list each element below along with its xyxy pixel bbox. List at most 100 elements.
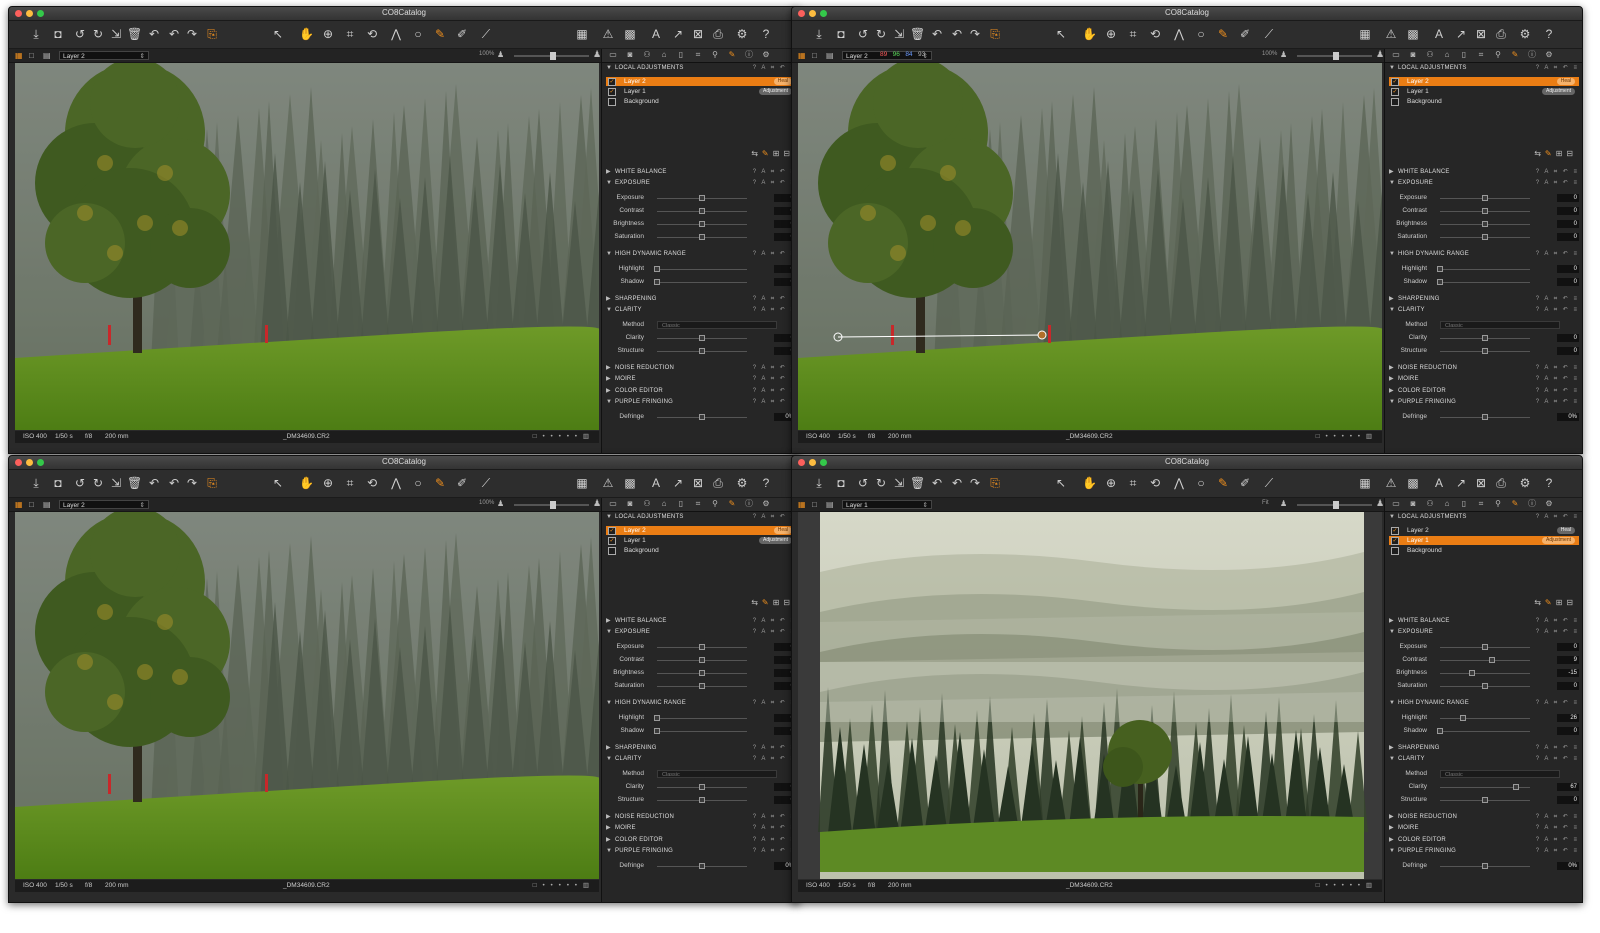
shadow-slider-knob[interactable]: [654, 279, 660, 285]
zoom-slider[interactable]: [1297, 501, 1372, 509]
structure-value[interactable]: 0: [1557, 347, 1579, 355]
clarity-section-header[interactable]: ▼ CLARITY ? A ⌗ ↶ ≡: [1385, 305, 1582, 315]
undo2-icon[interactable]: ↶: [167, 476, 181, 490]
contrast-value[interactable]: 0: [1557, 207, 1579, 215]
clarity-section-header[interactable]: ▼ CLARITY ? A ⌗ ↶ ≡: [602, 305, 799, 315]
details-tab-icon[interactable]: ▯: [676, 499, 686, 509]
brush-icon[interactable]: ✎: [1216, 27, 1230, 41]
section-controls-icon[interactable]: ? A ⌗ ↶ ≡: [753, 616, 796, 626]
color-tab-icon[interactable]: ⚇: [1425, 499, 1435, 509]
gear-icon[interactable]: ⚙: [735, 476, 749, 490]
saturation-slider[interactable]: [657, 683, 747, 689]
exposure-slider-knob[interactable]: [1482, 195, 1488, 201]
contrast-slider-knob[interactable]: [1482, 208, 1488, 214]
eraser-icon[interactable]: ✐: [455, 476, 469, 490]
moire-section-header[interactable]: ▶ MOIRE ? A ⌗ ↶ ≡: [602, 823, 799, 833]
rating-dots[interactable]: □ • • • • • ▥: [1316, 431, 1374, 443]
exposure-slider-knob[interactable]: [1482, 644, 1488, 650]
swap-icon[interactable]: ⇆: [1534, 149, 1545, 158]
contrast-slider-knob[interactable]: [699, 657, 705, 663]
layer-row[interactable]: Background: [1389, 546, 1579, 555]
layer-checkbox[interactable]: ✓: [608, 78, 616, 86]
rating-dots[interactable]: □ • • • • • ▥: [533, 431, 591, 443]
contrast-value[interactable]: 9: [1557, 656, 1579, 664]
clarity-slider-knob[interactable]: [1512, 784, 1519, 790]
gear-icon[interactable]: ⚙: [1518, 27, 1532, 41]
brightness-slider[interactable]: [657, 221, 747, 227]
add-layer-icon[interactable]: ⊞: [773, 149, 784, 158]
help-icon[interactable]: ?: [1542, 476, 1556, 490]
zoom-slider-knob[interactable]: [550, 52, 556, 60]
rotate-right-icon[interactable]: ↻: [91, 27, 105, 41]
section-controls-icon[interactable]: ? A ⌗ ↶ ≡: [1536, 249, 1579, 259]
sharpening-section-header[interactable]: ▶ SHARPENING ? A ⌗ ↶ ≡: [1385, 294, 1582, 304]
contrast-slider[interactable]: [1440, 208, 1530, 214]
saturation-slider[interactable]: [1440, 234, 1530, 240]
contrast-slider-knob[interactable]: [699, 208, 705, 214]
brightness-slider[interactable]: [1440, 221, 1530, 227]
filmstrip-icon[interactable]: ▤: [43, 500, 51, 509]
metadata-tab-icon[interactable]: ⓘ: [744, 50, 754, 60]
local-adjustments-section-header[interactable]: ▼ LOCAL ADJUSTMENTS ? A ⌗ ↶ ≡: [602, 512, 799, 522]
proof-icon[interactable]: ⊠: [691, 476, 705, 490]
brush-icon[interactable]: ✎: [762, 598, 773, 607]
clarity-section-header[interactable]: ▼ CLARITY ? A ⌗ ↶ ≡: [1385, 754, 1582, 764]
single-view-icon[interactable]: □: [29, 51, 34, 60]
highlight-slider[interactable]: [654, 715, 747, 721]
composition-tab-icon[interactable]: ⌗: [693, 499, 703, 509]
section-controls-icon[interactable]: ? A ⌗ ↶ ≡: [1536, 698, 1579, 708]
capture-tab-icon[interactable]: ◙: [625, 499, 635, 509]
image-viewer[interactable]: [798, 63, 1382, 430]
remove-layer-icon[interactable]: ⊟: [1566, 149, 1577, 158]
import-icon[interactable]: ⤓: [812, 476, 826, 490]
metadata-tab-icon[interactable]: ⓘ: [744, 499, 754, 509]
warning-icon[interactable]: ⚠: [601, 476, 615, 490]
section-controls-icon[interactable]: ? A ⌗ ↶ ≡: [1536, 63, 1579, 73]
section-controls-icon[interactable]: ? A ⌗ ↶ ≡: [1536, 167, 1579, 177]
clarity-value[interactable]: 0: [1557, 334, 1579, 342]
layer-row[interactable]: ✓ Layer 1 Adjustment: [1389, 536, 1579, 545]
print-icon[interactable]: ⎙: [1494, 27, 1508, 41]
trash-icon[interactable]: 🗑: [910, 27, 925, 41]
cursor-icon[interactable]: ↗: [671, 476, 685, 490]
highlight-slider[interactable]: [1437, 266, 1530, 272]
image-viewer[interactable]: [798, 512, 1382, 879]
image-viewer[interactable]: [15, 512, 599, 879]
defringe-value[interactable]: 0%: [1557, 413, 1579, 421]
library-tab-icon[interactable]: ▭: [608, 499, 618, 509]
print-icon[interactable]: ⎙: [711, 476, 725, 490]
brightness-value[interactable]: -15: [1557, 669, 1579, 677]
grid-view-icon[interactable]: ▦: [575, 476, 589, 490]
add-layer-icon[interactable]: ⊞: [1556, 149, 1567, 158]
layer-checkbox[interactable]: [608, 547, 616, 555]
search-tab-icon[interactable]: ⚲: [1493, 499, 1503, 509]
clarity-section-header[interactable]: ▼ CLARITY ? A ⌗ ↶ ≡: [602, 754, 799, 764]
moire-section-header[interactable]: ▶ MOIRE ? A ⌗ ↶ ≡: [1385, 823, 1582, 833]
grid-view-icon[interactable]: ▦: [1358, 27, 1372, 41]
copy-adjustments-icon[interactable]: ⎘: [205, 476, 219, 490]
rotate-icon[interactable]: ⟲: [365, 27, 379, 41]
defringe-slider-knob[interactable]: [699, 414, 705, 420]
settings-tab-icon[interactable]: ⚙: [1544, 50, 1554, 60]
white-balance-section-header[interactable]: ▶ WHITE BALANCE ? A ⌗ ↶ ≡: [602, 616, 799, 626]
exposure-slider[interactable]: [1440, 195, 1530, 201]
print-icon[interactable]: ⎙: [711, 27, 725, 41]
capture-tab-icon[interactable]: ◙: [1408, 50, 1418, 60]
noise-reduction-section-header[interactable]: ▶ NOISE REDUCTION ? A ⌗ ↶ ≡: [1385, 812, 1582, 822]
rotate-icon[interactable]: ⟲: [365, 476, 379, 490]
clarity-value[interactable]: 67: [1557, 783, 1579, 791]
pointer-icon[interactable]: ↖: [1054, 476, 1068, 490]
white-balance-section-header[interactable]: ▶ WHITE BALANCE ? A ⌗ ↶ ≡: [602, 167, 799, 177]
brush-icon[interactable]: ✎: [1545, 149, 1556, 158]
color-editor-section-header[interactable]: ▶ COLOR EDITOR ? A ⌗ ↶ ≡: [602, 386, 799, 396]
local-adjustments-section-header[interactable]: ▼ LOCAL ADJUSTMENTS ? A ⌗ ↶ ≡: [1385, 512, 1582, 522]
single-view-icon[interactable]: □: [29, 500, 34, 509]
undo-icon[interactable]: ↶: [930, 27, 944, 41]
layer-selector[interactable]: Layer 2 ⇕: [59, 51, 149, 60]
gear-icon[interactable]: ⚙: [735, 27, 749, 41]
exposure-value[interactable]: 0: [1557, 643, 1579, 651]
purple-fringing-section-header[interactable]: ▼ PURPLE FRINGING ? A ⌗ ↶ ≡: [1385, 846, 1582, 856]
high-dynamic-range-section-header[interactable]: ▼ HIGH DYNAMIC RANGE ? A ⌗ ↶ ≡: [602, 249, 799, 259]
shadow-value[interactable]: 0: [1557, 278, 1579, 286]
undo-icon[interactable]: ↶: [930, 476, 944, 490]
